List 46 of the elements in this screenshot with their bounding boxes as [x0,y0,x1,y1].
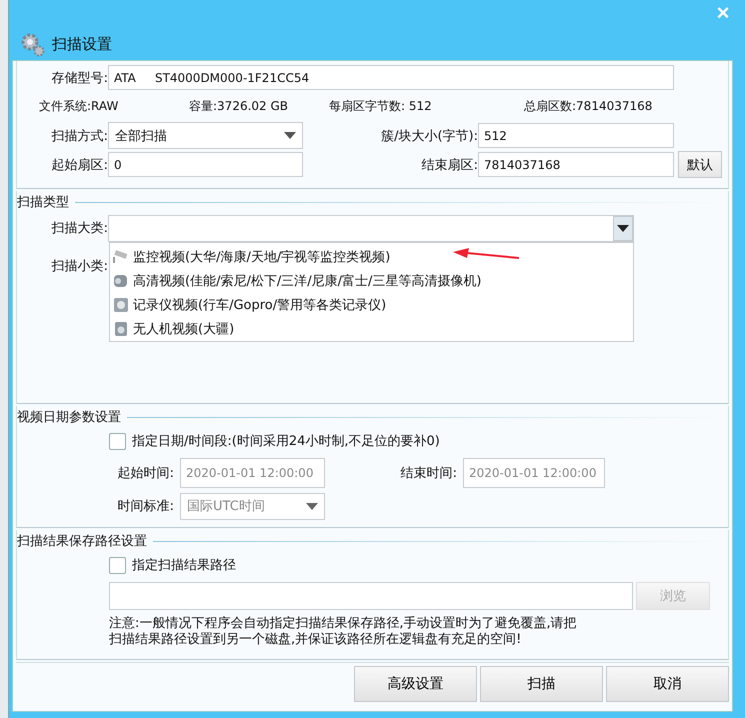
block-size-field[interactable]: 512 [478,123,674,148]
security-camera-icon [112,249,130,265]
field-label: 时间标准: [116,498,174,515]
field-label: 扫描方式: [50,128,108,144]
recorder-icon [112,296,130,314]
model-field[interactable]: ATA ST4000DM000-1F21CC54 [108,65,674,90]
start-sector-field[interactable]: 0 [108,152,303,177]
section-title: 视频日期参数设置 [17,409,121,426]
dropdown-item[interactable]: 无人机视频(大疆) [110,317,633,341]
field-label: 扫描小类: [50,258,108,275]
field-label: 结束扇区: [420,156,478,174]
dropdown-item[interactable]: 监控视频(大华/海康/天地/宇视等监控类视频) [110,245,633,269]
default-button[interactable]: 默认 [678,151,722,178]
caret-icon [306,502,318,510]
field-label: 存储型号: [50,70,108,86]
section-title: 扫描类型 [17,194,69,211]
caret-icon [284,132,296,139]
end-sector-field[interactable]: 7814037168 [478,152,674,177]
disk-info-text: 容量:3726.02 GB [189,98,290,115]
dialog-button[interactable]: 高级设置 [354,666,477,702]
disk-info-text: 总扇区数:7814037168 [524,98,652,115]
field-label: 扫描大类: [50,220,108,237]
camera-icon [112,320,130,338]
field-label: 起始时间: [116,465,174,482]
disk-info-text: 文件系统:RAW [39,98,120,115]
camcorder-icon [112,272,130,290]
scan-mode-select[interactable]: 全部扫描 [108,122,303,149]
annotation-arrow [453,248,519,262]
dialog-button[interactable]: 扫描 [480,666,603,702]
field-label: 结束时间: [400,465,457,482]
dropdown-button[interactable] [613,216,633,240]
dialog-title: 扫描设置 [52,34,112,54]
checkbox-label: 指定日期/时间段:(时间采用24小时制,不足位的要补0) [132,433,440,450]
caret-icon [617,224,629,232]
disk-info-text: 每扇区字节数: 512 [329,98,433,115]
dialog-button[interactable]: 取消 [606,666,729,702]
note-text: 注意:一般情况下程序会自动指定扫描结果保存路径,手动设置时为了避免覆盖,请把 扫描结果路径设置到另一个磁盘,并保证该路径所在逻辑盘有充足的空间! [109,616,578,648]
path-field[interactable] [109,582,633,610]
checkbox-label: 指定扫描结果路径 [132,557,236,574]
section-title: 扫描结果保存路径设置 [17,533,147,550]
path-checkbox[interactable] [109,556,126,574]
gear-icon [20,31,46,57]
dropdown-item[interactable]: 记录仪视频(行车/Gopro/警用等各类记录仪) [110,293,633,317]
field-label: 起始扇区: [50,156,108,174]
field-label: 簇/块大小(字节): [380,128,478,144]
dropdown-item[interactable]: 高清视频(佳能/索尼/松下/三洋/尼康/富士/三星等高清摄像机) [110,269,633,293]
